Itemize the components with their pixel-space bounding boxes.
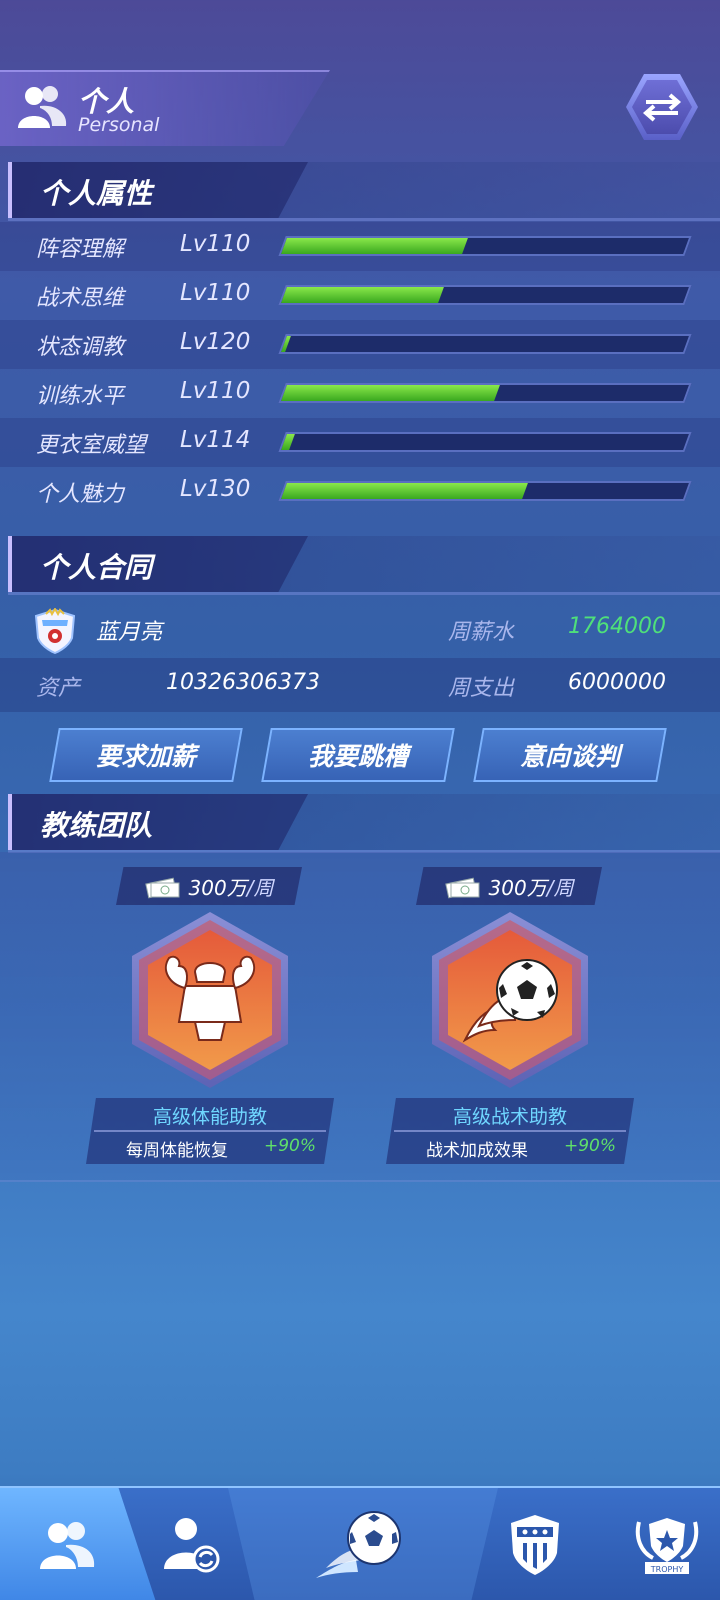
switch-button[interactable] bbox=[626, 74, 698, 140]
attribute-level: Lv110 bbox=[180, 231, 251, 257]
contract-section-header: 个人合同 bbox=[8, 536, 720, 592]
attributes-section-header: 个人属性 bbox=[8, 162, 720, 218]
attribute-progress-bar bbox=[278, 481, 692, 501]
nav-trophy[interactable]: TROPHY bbox=[622, 1488, 712, 1600]
club-name: 蓝月亮 bbox=[96, 620, 163, 645]
attribute-progress-fill bbox=[281, 287, 444, 303]
weekly-expense-label: 周支出 bbox=[448, 676, 515, 701]
trophy-icon: TROPHY bbox=[635, 1518, 699, 1574]
attribute-name: 状态调教 bbox=[36, 335, 125, 360]
attribute-level: Lv130 bbox=[180, 476, 251, 502]
attribute-progress-fill bbox=[281, 483, 529, 499]
weekly-salary-label: 周薪水 bbox=[448, 620, 515, 645]
nav-club[interactable] bbox=[490, 1488, 580, 1600]
player-swap-icon bbox=[164, 1518, 220, 1573]
nav-personal[interactable] bbox=[16, 1488, 116, 1600]
coaches-section-header: 教练团队 bbox=[8, 794, 720, 850]
nav-player-swap[interactable] bbox=[140, 1488, 240, 1600]
attribute-row: 个人魅力 Lv130 bbox=[0, 467, 720, 516]
attribute-progress-bar bbox=[278, 432, 692, 452]
attribute-progress-fill bbox=[281, 238, 468, 254]
coach-name: 高级战术助教 bbox=[452, 1106, 567, 1128]
attribute-name: 战术思维 bbox=[36, 286, 125, 311]
coach-name: 高级体能助教 bbox=[152, 1106, 267, 1128]
coach-price-tag: 300万/周 bbox=[416, 867, 602, 905]
attribute-name: 更衣室威望 bbox=[36, 433, 147, 458]
football-icon bbox=[316, 1511, 401, 1578]
attribute-progress-bar bbox=[278, 334, 692, 354]
muscle-icon bbox=[164, 955, 256, 1041]
attribute-progress-fill bbox=[281, 336, 291, 352]
coach-card-tactics: 高级战术助教 战术加成效果 +90% bbox=[386, 1098, 634, 1164]
contract-row-club: 蓝月亮 周薪水 1764000 bbox=[0, 602, 720, 656]
attribute-progress-bar bbox=[278, 383, 692, 403]
attribute-level: Lv110 bbox=[180, 280, 251, 306]
assets-label: 资产 bbox=[36, 676, 81, 701]
attribute-name: 训练水平 bbox=[36, 384, 125, 409]
attribute-progress-bar bbox=[278, 236, 692, 256]
attribute-progress-fill bbox=[281, 385, 500, 401]
section-title: 个人属性 bbox=[40, 177, 153, 210]
coach-price-tag: 300万/周 bbox=[116, 867, 302, 905]
attribute-row: 战术思维 Lv110 bbox=[0, 271, 720, 320]
page-header: 个人 Personal bbox=[0, 70, 330, 146]
svg-text:TROPHY: TROPHY bbox=[650, 1565, 684, 1574]
divider bbox=[8, 218, 720, 221]
negotiate-button[interactable]: 意向谈判 bbox=[473, 728, 667, 782]
people-icon bbox=[40, 1522, 95, 1569]
attribute-progress-bar bbox=[278, 285, 692, 305]
club-shield-icon bbox=[511, 1515, 559, 1575]
club-crest-icon bbox=[34, 608, 76, 654]
request-raise-button[interactable]: 要求加薪 bbox=[49, 728, 243, 782]
attribute-row: 更衣室威望 Lv114 bbox=[0, 418, 720, 467]
fire-ball-icon bbox=[462, 959, 558, 1043]
attribute-level: Lv114 bbox=[180, 427, 251, 453]
coach-effect-value: +90% bbox=[263, 1136, 316, 1156]
attribute-name: 阵容理解 bbox=[36, 237, 125, 262]
swap-arrows-icon bbox=[642, 93, 682, 122]
transfer-button[interactable]: 我要跳槽 bbox=[261, 728, 455, 782]
divider bbox=[8, 592, 720, 595]
weekly-salary-value: 1764000 bbox=[568, 614, 666, 639]
contract-row-assets: 资产 10326306373 周支出 6000000 bbox=[0, 658, 720, 712]
coach-card-fitness: 高级体能助教 每周体能恢复 +90% bbox=[86, 1098, 334, 1164]
attribute-row: 状态调教 Lv120 bbox=[0, 320, 720, 369]
bottom-nav: TROPHY bbox=[0, 1486, 720, 1600]
assets-value: 10326306373 bbox=[166, 670, 320, 695]
coach-effect: 每周体能恢复 bbox=[126, 1141, 228, 1161]
section-title: 教练团队 bbox=[40, 809, 153, 842]
page-subtitle: Personal bbox=[78, 114, 160, 136]
attribute-progress-fill bbox=[281, 434, 295, 450]
coach-effect-value: +90% bbox=[563, 1136, 616, 1156]
coach-effect: 战术加成效果 bbox=[426, 1141, 528, 1161]
attribute-level: Lv120 bbox=[180, 329, 251, 355]
weekly-expense-value: 6000000 bbox=[568, 670, 666, 695]
people-icon bbox=[18, 86, 67, 128]
attribute-level: Lv110 bbox=[180, 378, 251, 404]
section-title: 个人合同 bbox=[40, 551, 153, 584]
money-icon bbox=[444, 877, 480, 899]
attribute-row: 阵容理解 Lv110 bbox=[0, 222, 720, 271]
attribute-name: 个人魅力 bbox=[36, 482, 125, 507]
attribute-row: 训练水平 Lv110 bbox=[0, 369, 720, 418]
nav-match[interactable] bbox=[310, 1488, 410, 1600]
money-icon bbox=[144, 877, 180, 899]
